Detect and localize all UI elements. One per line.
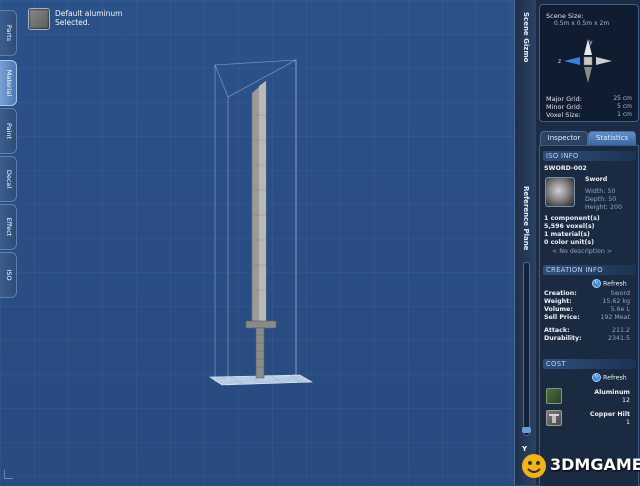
scene-size-value: 0.5m x 0.5m x 2m — [554, 20, 610, 27]
major-grid-label: Major Grid: — [546, 95, 582, 103]
scene-size-label: Scene Size: — [546, 12, 584, 20]
gizmo-y-label: y — [589, 39, 593, 46]
iso-voxels: 5,596 voxel(s) — [544, 223, 595, 230]
cost-item-aluminum-name: Aluminum — [594, 389, 630, 396]
reference-plane-title: Reference Plane — [522, 186, 530, 251]
material-swatch[interactable] — [28, 8, 50, 30]
right-panel: Scene Size: 0.5m x 0.5m x 2m y z Major G… — [536, 0, 640, 486]
iso-info-header: ISO INFO — [543, 151, 636, 161]
iso-width: Width: 50 — [585, 188, 616, 195]
cost-item-copper-hilt-qty: 1 — [625, 419, 630, 426]
iso-name: SWORD-002 — [544, 165, 587, 172]
right-rail: Scene Gizmo Reference Plane Y — [514, 0, 537, 485]
creation-refresh-button[interactable]: ↻ Refresh — [592, 279, 627, 288]
creation-refresh-label: Refresh — [603, 280, 627, 288]
slider-knob[interactable] — [522, 427, 531, 433]
tab-paint[interactable]: Paint — [0, 108, 17, 154]
sword-model[interactable] — [200, 55, 320, 390]
creation-info-header: CREATION INFO — [543, 265, 636, 275]
iso-description[interactable]: < No description > — [552, 248, 612, 256]
iso-materials: 1 material(s) — [544, 231, 590, 238]
cost-refresh-button[interactable]: ↻ Refresh — [592, 373, 627, 382]
tab-paint-label: Paint — [5, 122, 13, 140]
sword-handle — [255, 327, 265, 379]
gizmo-z-label: z — [558, 58, 561, 65]
minor-grid-label: Minor Grid: — [546, 103, 583, 111]
cost-refresh-label: Refresh — [603, 374, 627, 382]
panel-tabs: Inspector Statistics — [540, 131, 636, 145]
material-status-text: Selected. — [55, 18, 90, 27]
durability-value: 2341.5 — [607, 335, 630, 342]
tab-material[interactable]: Material — [0, 60, 17, 106]
sell-price-value: 192 Meat — [600, 314, 630, 321]
voxel-size-label: Voxel Size: — [546, 111, 581, 119]
blade-edge — [259, 81, 266, 321]
tab-decal-label: Decal — [5, 169, 13, 189]
iso-height: Height: 200 — [585, 204, 622, 211]
sell-price-label: Sell Price: — [544, 314, 580, 321]
axis-gizmo-icon[interactable]: y z — [558, 35, 618, 87]
iso-type: Sword — [585, 176, 608, 183]
durability-label: Durability: — [544, 335, 582, 342]
tab-iso[interactable]: ISO — [0, 252, 17, 298]
sword-guard — [245, 320, 277, 329]
iso-thumbnail — [545, 177, 575, 207]
tab-statistics[interactable]: Statistics — [588, 131, 636, 145]
reference-plane-slider[interactable] — [522, 262, 531, 436]
copper-hilt-icon — [546, 410, 562, 426]
weight-value: 15.62 kg — [602, 298, 630, 305]
major-grid-value: 25 cm — [613, 95, 632, 102]
attack-label: Attack: — [544, 327, 570, 334]
cost-item-aluminum-qty: 12 — [621, 397, 630, 404]
minor-grid-value: 5 cm — [617, 103, 632, 110]
cost-header: COST — [543, 359, 636, 369]
scene-gizmo[interactable]: Scene Size: 0.5m x 0.5m x 2m y z Major G… — [539, 4, 639, 122]
statistics-content: ISO INFO SWORD-002 Sword Width: 50 Depth… — [539, 145, 639, 486]
voxel-size-value: 1 cm — [617, 111, 632, 118]
tab-effect[interactable]: Effect — [0, 204, 17, 250]
scene-gizmo-title[interactable]: Scene Gizmo — [522, 12, 530, 62]
volume-value: 5.6e L — [610, 306, 630, 313]
weight-label: Weight: — [544, 298, 572, 305]
creation-value: Sword — [610, 290, 630, 297]
volume-label: Volume: — [544, 306, 573, 313]
tab-inspector[interactable]: Inspector — [540, 131, 588, 145]
resize-handle-icon[interactable] — [4, 470, 13, 479]
watermark-logo-icon — [522, 454, 546, 478]
tab-material-label: Material — [5, 69, 13, 97]
aluminum-material-icon — [546, 388, 562, 404]
material-name: Default aluminum — [55, 9, 123, 18]
tab-decal[interactable]: Decal — [0, 156, 17, 202]
tab-parts[interactable]: Parts — [0, 10, 17, 56]
cost-item-copper-hilt-name: Copper Hilt — [589, 411, 630, 418]
attack-value: 211.2 — [611, 327, 630, 334]
scene-viewport[interactable]: Default aluminum Selected. Parts Materia… — [0, 0, 514, 485]
refresh-icon: ↻ — [592, 279, 601, 288]
tab-parts-label: Parts — [5, 24, 13, 42]
tab-iso-label: ISO — [5, 269, 13, 281]
iso-color-units: 0 color unit(s) — [544, 239, 595, 246]
iso-depth: Depth: 50 — [585, 196, 617, 203]
refresh-icon: ↻ — [592, 373, 601, 382]
watermark-text: 3DMGAME — [550, 455, 640, 474]
creation-label: Creation: — [544, 290, 577, 297]
iso-components: 1 component(s) — [544, 215, 600, 222]
material-status: Default aluminum Selected. — [55, 9, 122, 27]
tab-effect-label: Effect — [5, 217, 13, 237]
